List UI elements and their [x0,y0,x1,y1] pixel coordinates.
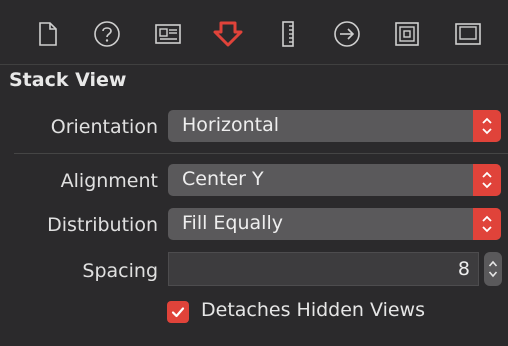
attributes-inspector-icon[interactable] [210,16,246,52]
bindings-inspector-icon[interactable] [389,16,425,52]
view-effects-icon[interactable] [450,16,486,52]
stepper-arrows-icon [488,260,498,278]
distribution-label: Distribution [47,214,158,236]
connections-inspector-icon[interactable] [329,16,365,52]
section-title: Stack View [9,69,127,91]
orientation-popup[interactable]: Horizontal [168,110,501,142]
spacing-stepper[interactable] [484,252,502,286]
chevron-up-down-icon [473,164,501,196]
identity-inspector-icon[interactable] [150,16,186,52]
distribution-popup[interactable]: Fill Equally [168,208,501,240]
detaches-hidden-views-checkbox[interactable] [167,301,189,323]
alignment-popup[interactable]: Center Y [168,164,501,196]
detaches-hidden-views-label: Detaches Hidden Views [201,299,425,321]
distribution-value: Fill Equally [182,212,283,234]
file-inspector-icon[interactable] [30,16,66,52]
orientation-label: Orientation [50,116,158,138]
chevron-up-down-icon [473,208,501,240]
quick-help-icon[interactable] [89,16,125,52]
alignment-label: Alignment [60,170,158,192]
spacing-value: 8 [457,258,470,280]
checkmark-icon [171,307,185,318]
alignment-value: Center Y [182,168,264,190]
inspector-toolbar [0,0,508,65]
chevron-up-down-icon [473,110,501,142]
size-inspector-icon[interactable] [270,16,306,52]
spacing-input[interactable]: 8 [168,252,479,286]
orientation-value: Horizontal [182,114,280,136]
spacing-label: Spacing [82,260,158,282]
divider [14,153,508,154]
